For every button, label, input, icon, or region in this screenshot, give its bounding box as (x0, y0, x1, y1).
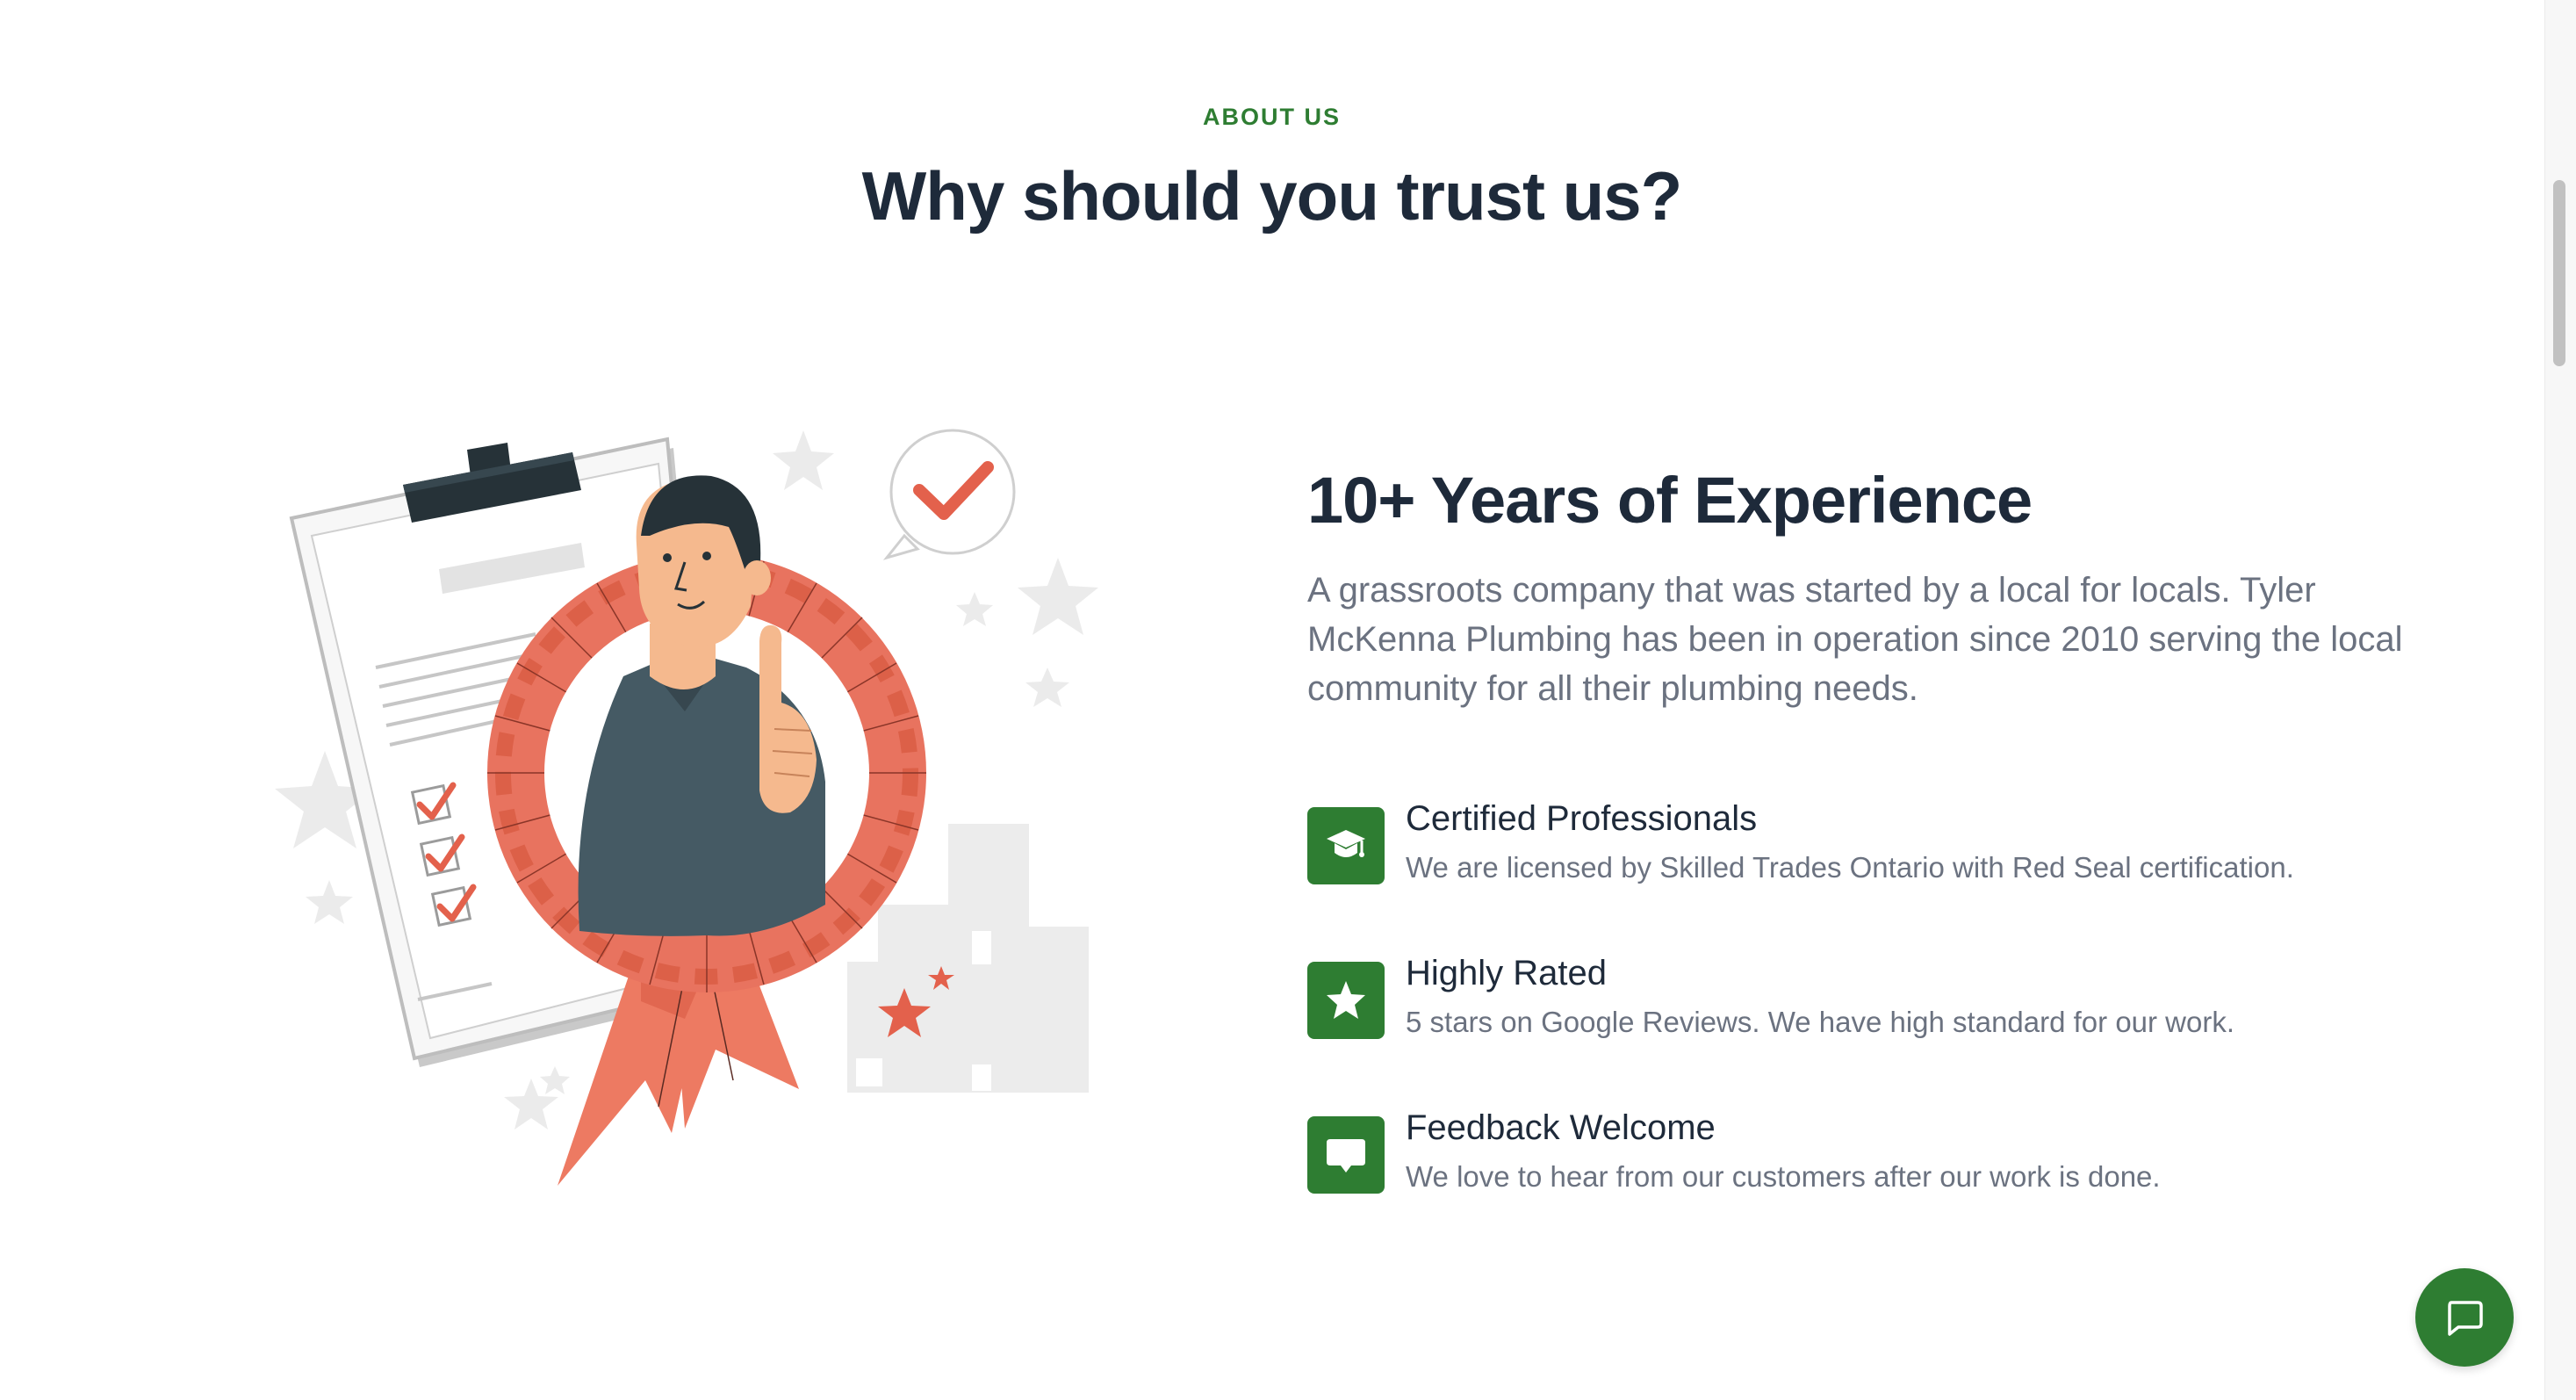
feature-description: 5 stars on Google Reviews. We have high … (1406, 1006, 2235, 1038)
feature-list: Certified Professionals We are licensed … (1307, 797, 2440, 1260)
feature-rated: Highly Rated 5 stars on Google Reviews. … (1307, 951, 2440, 1106)
about-intro: A grassroots company that was started by… (1307, 571, 2403, 708)
feature-title: Feedback Welcome (1406, 1108, 1716, 1147)
trust-illustration (272, 413, 1124, 1238)
star-icon (1307, 962, 1385, 1039)
feature-feedback: Feedback Welcome We love to hear from ou… (1307, 1106, 2440, 1260)
feature-certified: Certified Professionals We are licensed … (1307, 797, 2440, 951)
feature-title: Certified Professionals (1406, 799, 1758, 838)
feature-title: Highly Rated (1406, 954, 1608, 992)
about-content: 10+ Years of Experience A grassroots com… (1307, 457, 2440, 1260)
experience-heading: 10+ Years of Experience (1307, 464, 2033, 537)
feature-description: We are licensed by Skilled Trades Ontari… (1406, 851, 2294, 884)
chat-button[interactable] (2415, 1268, 2514, 1367)
section-eyebrow: ABOUT US (1203, 104, 1341, 130)
chat-bubble-icon (2448, 1301, 2483, 1336)
scrollbar-thumb[interactable] (2553, 180, 2565, 366)
section-title: Why should you trust us? (861, 157, 1683, 235)
feature-description: We love to hear from our customers after… (1406, 1160, 2161, 1193)
speech-bubble-icon (1307, 1116, 1385, 1194)
graduation-cap-icon (1307, 807, 1385, 884)
